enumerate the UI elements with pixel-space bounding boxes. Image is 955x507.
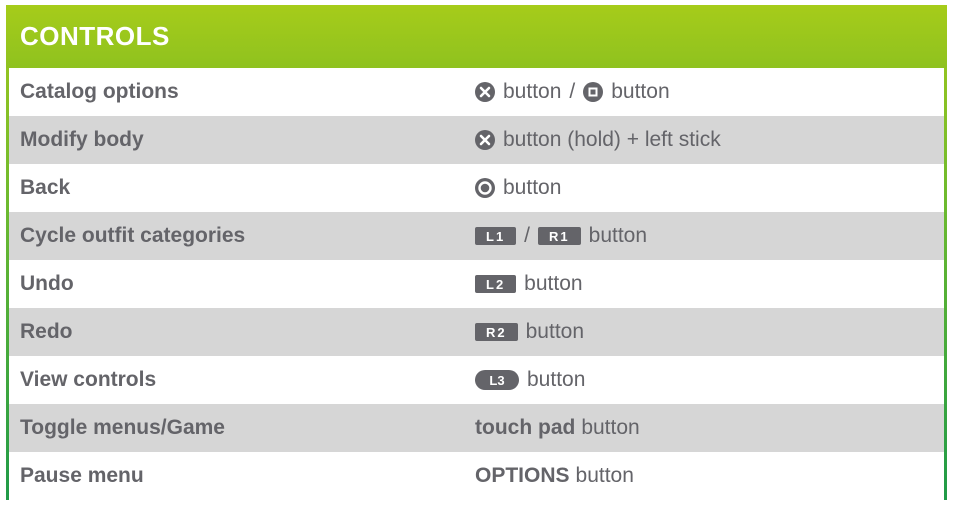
cross-button-icon (475, 82, 495, 102)
table-row: Cycle outfit categories L1 / R1 button (9, 212, 944, 260)
separator: / (524, 224, 531, 247)
control-cell: touch pad button (475, 416, 640, 440)
r2-button-icon: R2 (475, 323, 518, 341)
control-cell: OPTIONS button (475, 464, 634, 488)
control-text: button (575, 464, 634, 487)
l2-button-icon: L2 (475, 275, 517, 293)
control-cell: R2 button (475, 320, 584, 344)
table-row: View controls L3 button (9, 356, 944, 404)
table-row: Redo R2 button (9, 308, 944, 356)
action-label: Cycle outfit categories (20, 224, 246, 247)
r1-button-icon: R1 (538, 227, 581, 245)
controls-table: Catalog options button / button Modify b… (9, 68, 944, 500)
action-label: Redo (20, 320, 73, 343)
action-label: Back (20, 176, 71, 199)
controls-panel: CONTROLS Catalog options button / button… (6, 5, 947, 500)
control-cell: button (475, 176, 561, 200)
action-label: Pause menu (20, 464, 144, 487)
control-cell: button / button (475, 80, 670, 104)
panel-header: CONTROLS (6, 5, 947, 68)
table-row: Catalog options button / button (9, 68, 944, 116)
action-label: Catalog options (20, 80, 179, 103)
action-label: Modify body (20, 128, 144, 151)
control-text: button (525, 320, 585, 343)
control-text: button (503, 176, 562, 199)
separator: / (569, 80, 576, 103)
table-row: Toggle menus/Game touch pad button (9, 404, 944, 452)
control-text: button (hold) + left stick (503, 128, 721, 151)
control-text: button (524, 272, 583, 295)
action-label: Toggle menus/Game (20, 416, 225, 439)
table-row: Pause menu OPTIONS button (9, 452, 944, 500)
control-cell: button (hold) + left stick (475, 128, 721, 152)
control-text: button (588, 224, 648, 247)
action-label: View controls (20, 368, 157, 391)
cross-button-icon (475, 130, 495, 150)
table-row: Back button (9, 164, 944, 212)
control-text: button (503, 80, 562, 103)
square-button-icon (583, 82, 604, 102)
control-cell: L1 / R1 button (475, 224, 647, 248)
control-name: touch pad (475, 416, 576, 439)
l3-button-icon: L3 (475, 370, 519, 390)
control-text: button (527, 368, 586, 391)
circle-button-icon (475, 178, 495, 198)
control-text: button (581, 416, 640, 439)
control-cell: L3 button (475, 368, 585, 392)
panel-title: CONTROLS (20, 21, 170, 51)
table-row: Undo L2 button (9, 260, 944, 308)
l1-button-icon: L1 (475, 227, 517, 245)
control-cell: L2 button (475, 272, 583, 296)
control-text: button (611, 80, 670, 103)
action-label: Undo (20, 272, 74, 295)
control-name: OPTIONS (475, 464, 570, 487)
table-row: Modify body button (hold) + left stick (9, 116, 944, 164)
